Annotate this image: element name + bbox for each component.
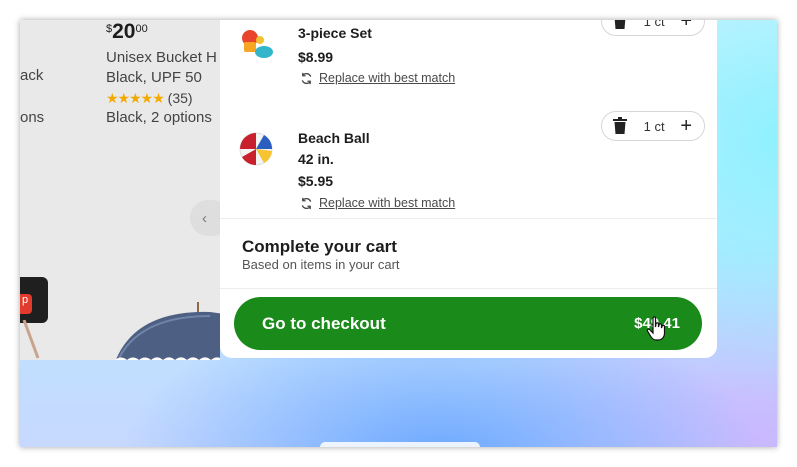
- carousel-prev-button[interactable]: ‹: [190, 200, 220, 236]
- price-currency: $: [106, 23, 113, 35]
- product-price: $2000: [106, 20, 148, 44]
- section-divider: [220, 288, 717, 289]
- cart-panel: 3-piece Set $8.99 Replace with best matc…: [220, 20, 717, 358]
- trash-icon[interactable]: [612, 20, 628, 30]
- chevron-left-icon: ‹: [202, 209, 207, 227]
- quantity-stepper[interactable]: 1 ct +: [601, 111, 705, 141]
- item-name[interactable]: Beach Ball: [298, 130, 370, 146]
- badge-text: p: [22, 294, 29, 306]
- star-rating-icon: ★★★★★: [106, 90, 165, 106]
- quantity-value: 1 ct: [643, 118, 665, 134]
- complete-cart-title: Complete your cart: [242, 237, 397, 256]
- checkout-button[interactable]: Go to checkout $49.41: [234, 297, 702, 350]
- hand-cursor-icon: [646, 316, 666, 341]
- complete-cart-subtitle: Based on items in your cart: [242, 257, 400, 272]
- trash-icon[interactable]: [612, 117, 628, 135]
- refresh-icon: [301, 72, 312, 84]
- product-title-line1: Unisex Bucket H: [106, 49, 217, 66]
- product-options: Black, 2 options: [106, 109, 212, 126]
- replace-option[interactable]: Replace with best match: [300, 196, 455, 210]
- product-title[interactable]: Unisex Bucket H Black, UPF 50: [106, 48, 217, 88]
- plus-icon[interactable]: +: [680, 20, 692, 31]
- left-product-fragment-1: ack: [20, 67, 44, 84]
- item-price: $8.99: [298, 49, 334, 65]
- beach-ball-thumbnail: [239, 132, 273, 166]
- review-count: (35): [167, 90, 193, 106]
- toy-set-thumbnail: [242, 30, 273, 58]
- replace-option[interactable]: Replace with best match: [300, 71, 455, 85]
- price-dollars: 20: [112, 20, 136, 43]
- background-product-page: $2000 Unisex Bucket H Black, UPF 50 ★★★★…: [20, 20, 220, 360]
- screen-frame: $2000 Unisex Bucket H Black, UPF 50 ★★★★…: [20, 20, 777, 447]
- left-product-fragment-2: ons: [20, 109, 45, 126]
- item-price: $5.95: [298, 173, 334, 189]
- replace-link[interactable]: Replace with best match: [319, 196, 455, 210]
- product-title-line2: Black, UPF 50: [106, 69, 202, 86]
- refresh-icon: [301, 197, 312, 209]
- section-divider: [220, 218, 717, 219]
- chair-icon: [22, 320, 40, 359]
- quantity-stepper[interactable]: 1 ct +: [601, 20, 705, 36]
- product-badge-label: p: [20, 294, 32, 314]
- quantity-value: 1 ct: [643, 20, 665, 29]
- price-cents: 00: [135, 23, 148, 35]
- replace-link[interactable]: Replace with best match: [319, 71, 455, 85]
- beach-umbrella-image: [115, 302, 220, 360]
- dock-bar: [320, 442, 480, 447]
- item-name[interactable]: 3-piece Set: [298, 25, 372, 41]
- checkout-label: Go to checkout: [262, 313, 386, 333]
- plus-icon[interactable]: +: [680, 116, 692, 136]
- product-rating: ★★★★★ (35): [106, 90, 193, 107]
- item-size: 42 in.: [298, 151, 334, 167]
